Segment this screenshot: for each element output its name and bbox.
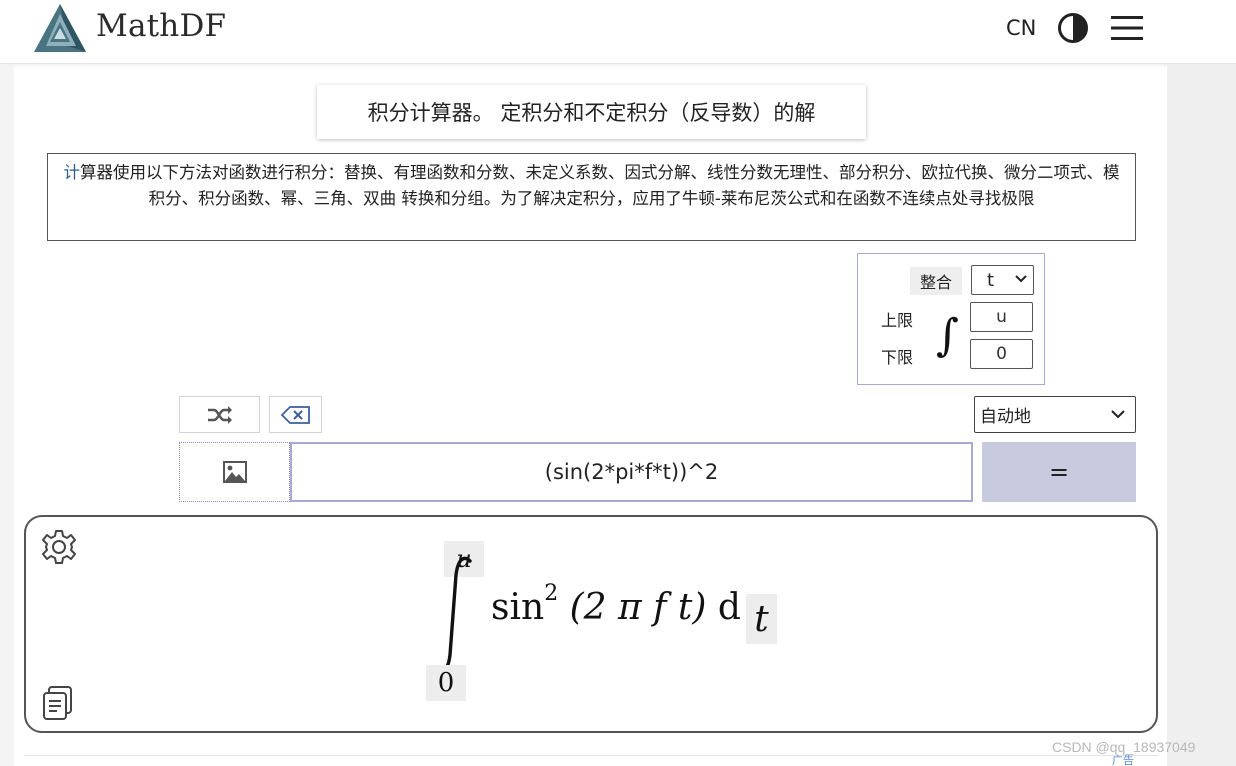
variable-select[interactable]: t — [971, 265, 1034, 295]
page-title: 积分计算器。 定积分和不定积分（反导数）的解 — [317, 85, 866, 139]
ad-strip — [24, 755, 1158, 766]
clear-icon — [280, 405, 310, 424]
image-upload-button[interactable] — [179, 442, 290, 502]
mode-select[interactable]: 自动地 — [974, 396, 1136, 433]
copy-icon[interactable] — [41, 685, 75, 721]
chevron-down-icon — [1111, 410, 1125, 419]
integration-options-panel: 整合 t 上限 下限 ∫ u 0 — [857, 253, 1045, 385]
ad-label[interactable]: 广告 — [1112, 755, 1134, 766]
logo-icon[interactable] — [32, 2, 88, 54]
integrate-label: 整合 — [910, 267, 962, 295]
mode-select-value: 自动地 — [980, 407, 1031, 427]
upper-limit-label: 上限 — [881, 311, 914, 330]
integration-variable[interactable]: t — [746, 594, 777, 644]
theme-toggle-icon[interactable] — [1057, 12, 1089, 44]
random-example-button[interactable] — [179, 396, 260, 433]
lower-limit-label: 下限 — [881, 348, 914, 367]
lower-limit-input[interactable]: 0 — [970, 339, 1033, 369]
exponent: 2 — [544, 581, 559, 606]
shuffle-icon — [207, 405, 232, 424]
description-first-char: 计 — [63, 163, 81, 182]
right-gutter — [1167, 64, 1236, 766]
menu-icon[interactable] — [1111, 14, 1143, 42]
variable-select-value: t — [987, 269, 995, 291]
lower-limit[interactable]: 0 — [426, 665, 466, 701]
integrand: sin2 (2 π f t) d — [491, 581, 741, 628]
calculate-button[interactable]: = — [982, 442, 1136, 502]
clear-button[interactable] — [269, 396, 322, 433]
result-panel: u 0 sin2 (2 π f t) d t — [24, 515, 1158, 733]
function-argument: (2 π f t) — [569, 587, 707, 628]
function-name: sin — [491, 587, 545, 628]
integral-sign: ∫ — [936, 310, 959, 361]
image-icon — [222, 461, 247, 483]
language-switch[interactable]: CN — [1006, 16, 1036, 40]
left-gutter — [0, 64, 14, 766]
brand-name[interactable]: MathDF — [96, 8, 226, 44]
top-bar: MathDF CN — [0, 0, 1236, 64]
integral-sign — [434, 556, 472, 674]
description: 计算器使用以下方法对函数进行积分：替换、有理函数和分数、未定义系数、因式分解、线… — [47, 153, 1136, 241]
upper-limit-input[interactable]: u — [970, 302, 1033, 332]
gear-icon[interactable] — [41, 529, 77, 565]
chevron-down-icon — [1015, 275, 1027, 283]
description-text: 算器使用以下方法对函数进行积分：替换、有理函数和分数、未定义系数、因式分解、线性… — [80, 163, 1120, 208]
expression-input[interactable]: (sin(2*pi*f*t))^2 — [290, 442, 973, 502]
watermark: CSDN @qq_18937049 — [1052, 739, 1196, 755]
differential: d — [717, 587, 741, 628]
